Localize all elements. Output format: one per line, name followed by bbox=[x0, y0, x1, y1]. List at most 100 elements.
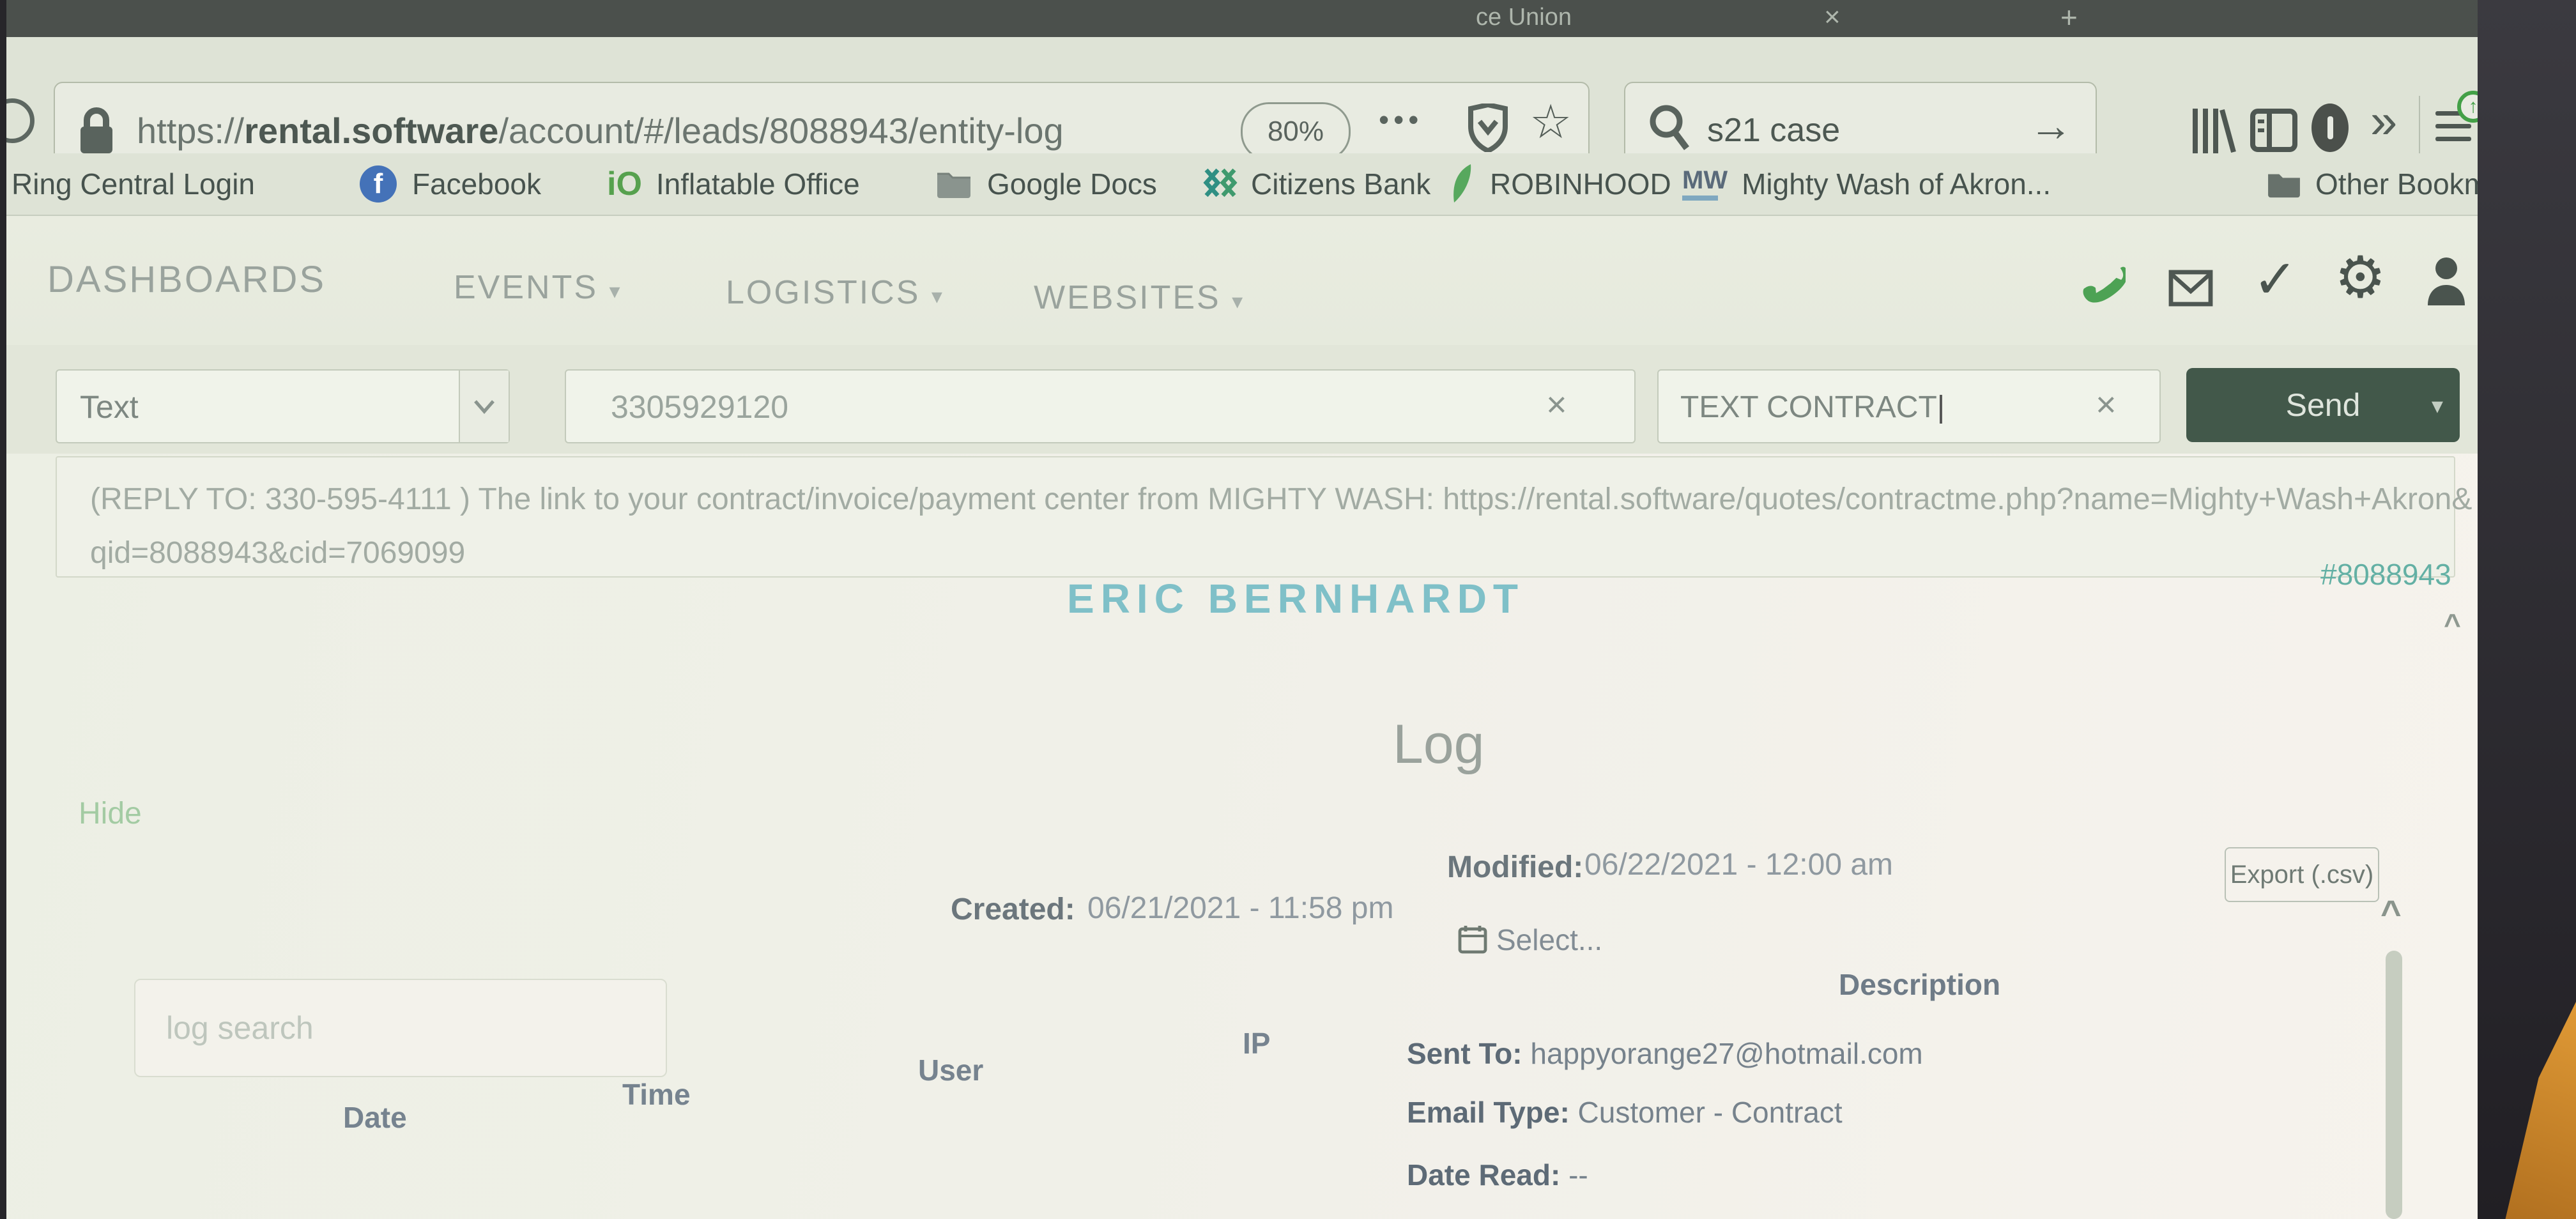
search-input[interactable]: s21 case bbox=[1707, 111, 1840, 150]
bookmark-label: Inflatable Office bbox=[656, 167, 860, 201]
monitor-photo: ce Union × + https://rental.software/acc… bbox=[0, 0, 2576, 1219]
date-select-trigger[interactable]: Select... bbox=[1496, 923, 1602, 957]
settings-gear-icon[interactable]: ⚙ bbox=[2334, 244, 2386, 311]
bookmark-ring-central[interactable]: Ring Central Login bbox=[12, 153, 255, 215]
library-icon[interactable] bbox=[2188, 103, 2236, 158]
bookmark-label: Facebook bbox=[412, 167, 541, 201]
modified-label: Modified: bbox=[1447, 850, 1583, 885]
log-search-placeholder: log search bbox=[166, 1009, 314, 1046]
user-profile-icon[interactable] bbox=[2425, 256, 2467, 305]
extension-badge-icon[interactable] bbox=[2312, 103, 2349, 152]
lead-name: ERIC BERNHARDT bbox=[1067, 575, 1524, 622]
column-header-description[interactable]: Description bbox=[1839, 967, 2000, 1002]
chevron-down-icon: ▾ bbox=[931, 284, 944, 309]
tracking-shield-icon[interactable] bbox=[1468, 103, 1508, 152]
export-csv-button[interactable]: Export (.csv) bbox=[2225, 847, 2379, 902]
log-row-email-type: Email Type: Customer - Contract bbox=[1407, 1095, 1843, 1130]
subject-value: TEXT CONTRACT| bbox=[1680, 390, 1945, 425]
date-read-value: -- bbox=[1560, 1158, 1588, 1192]
date-read-label: Date Read: bbox=[1407, 1158, 1560, 1192]
chevron-down-icon: ▾ bbox=[610, 279, 622, 303]
clear-subject-icon[interactable]: × bbox=[2096, 383, 2117, 425]
folder-icon bbox=[935, 169, 973, 199]
nav-events[interactable]: EVENTS ▾ bbox=[454, 268, 622, 307]
bookmark-google-docs-folder[interactable]: Google Docs bbox=[935, 153, 1157, 215]
nav-logistics[interactable]: LOGISTICS ▾ bbox=[726, 273, 944, 312]
robinhood-feather-icon bbox=[1448, 163, 1476, 205]
new-tab-icon[interactable]: + bbox=[2060, 0, 2078, 34]
citizens-bank-icon bbox=[1202, 166, 1238, 202]
scroll-up-icon[interactable]: ^ bbox=[2380, 892, 2402, 933]
log-row-sent-to: Sent To: happyorange27@hotmail.com bbox=[1407, 1036, 1923, 1071]
monitor-bezel-right bbox=[2478, 0, 2576, 1219]
tab-close-icon[interactable]: × bbox=[1824, 1, 1841, 33]
message-type-select[interactable]: Text bbox=[56, 369, 510, 443]
email-type-label: Email Type: bbox=[1407, 1096, 1570, 1129]
tasks-check-icon[interactable]: ✓ bbox=[2253, 248, 2297, 310]
bookmark-mighty-wash[interactable]: MW Mighty Wash of Akron... bbox=[1682, 153, 2051, 215]
message-line2: qid=8088943&cid=7069099 bbox=[90, 526, 2454, 580]
tab-title[interactable]: ce Union bbox=[1476, 4, 1572, 31]
text-cursor: | bbox=[1937, 390, 1945, 424]
collapse-chevron-icon[interactable]: ^ bbox=[2444, 607, 2461, 641]
mighty-wash-icon: MW bbox=[1682, 167, 1728, 201]
send-button[interactable]: Send ▾ bbox=[2186, 368, 2460, 442]
bookmark-citizens-bank[interactable]: Citizens Bank bbox=[1202, 153, 1430, 215]
log-row-date-read: Date Read: -- bbox=[1407, 1158, 1588, 1192]
url-path: /account/#/leads/8088943/entity-log bbox=[498, 111, 1063, 151]
recipient-value: 3305929120 bbox=[611, 388, 788, 425]
column-header-time[interactable]: Time bbox=[622, 1077, 691, 1112]
url-domain: rental.software bbox=[244, 111, 498, 151]
column-header-ip[interactable]: IP bbox=[1243, 1026, 1270, 1061]
hide-link[interactable]: Hide bbox=[79, 796, 142, 831]
bookmark-label: Ring Central Login bbox=[12, 167, 255, 201]
modified-value: 06/22/2021 - 12:00 am bbox=[1584, 847, 1893, 882]
nav-websites-label: WEBSITES bbox=[1034, 279, 1221, 316]
nav-logistics-label: LOGISTICS bbox=[726, 274, 920, 311]
bookmarks-bar: Ring Central Login f Facebook iO Inflata… bbox=[6, 153, 2478, 216]
message-line1: (REPLY TO: 330-595-4111 ) The link to yo… bbox=[90, 473, 2454, 526]
page-actions-icon[interactable]: ••• bbox=[1379, 102, 1423, 137]
email-icon[interactable] bbox=[2168, 270, 2213, 307]
log-search-input[interactable]: log search bbox=[134, 979, 667, 1077]
lock-icon bbox=[78, 106, 115, 156]
send-label: Send bbox=[2286, 387, 2361, 424]
facebook-icon: f bbox=[360, 165, 397, 203]
search-icon bbox=[1647, 103, 1692, 152]
send-options-caret-icon[interactable]: ▾ bbox=[2432, 392, 2443, 419]
background-object bbox=[2493, 1002, 2576, 1219]
zoom-level-badge[interactable]: 80% bbox=[1241, 102, 1351, 161]
select-chevron-button[interactable] bbox=[459, 371, 509, 442]
clear-recipient-icon[interactable]: × bbox=[1546, 383, 1567, 425]
column-header-user[interactable]: User bbox=[918, 1053, 983, 1087]
chevron-down-icon: ▾ bbox=[1232, 289, 1245, 314]
nav-events-label: EVENTS bbox=[454, 269, 598, 306]
extension-badge-glyph bbox=[2327, 116, 2333, 139]
bookmark-robinhood[interactable]: ROBINHOOD bbox=[1448, 153, 1671, 215]
phone-icon[interactable] bbox=[2080, 261, 2126, 307]
created-value: 06/21/2021 - 11:58 pm bbox=[1087, 891, 1393, 926]
search-go-icon[interactable]: → bbox=[2029, 101, 2073, 151]
monitor-bezel-left bbox=[0, 0, 6, 1219]
nav-websites[interactable]: WEBSITES ▾ bbox=[1034, 279, 1245, 317]
sent-to-value: happyorange27@hotmail.com bbox=[1522, 1037, 1923, 1070]
subject-input[interactable]: TEXT CONTRACT| × bbox=[1657, 369, 2161, 443]
bookmark-label: Mighty Wash of Akron... bbox=[1742, 167, 2051, 201]
column-header-date[interactable]: Date bbox=[343, 1100, 407, 1135]
bookmark-star-icon[interactable]: ☆ bbox=[1529, 95, 1572, 150]
lead-id: #8088943 bbox=[2320, 557, 2451, 592]
nav-dashboards[interactable]: DASHBOARDS bbox=[47, 258, 326, 301]
sidebar-icon[interactable] bbox=[2250, 109, 2297, 152]
bookmark-inflatable-office[interactable]: iO Inflatable Office bbox=[607, 153, 860, 215]
sent-to-label: Sent To: bbox=[1407, 1037, 1522, 1070]
page-content: DASHBOARDS EVENTS ▾ LOGISTICS ▾ WEBSITES… bbox=[6, 216, 2478, 1219]
message-textarea[interactable]: (REPLY TO: 330-595-4111 ) The link to yo… bbox=[56, 456, 2455, 578]
scrollbar-thumb[interactable] bbox=[2386, 951, 2402, 1219]
bookmark-facebook[interactable]: f Facebook bbox=[360, 153, 541, 215]
overflow-chevron-icon[interactable]: » bbox=[2370, 93, 2397, 149]
bookmark-label: Citizens Bank bbox=[1251, 167, 1430, 201]
url-text[interactable]: https://rental.software/account/#/leads/… bbox=[137, 110, 1064, 151]
email-type-value: Customer - Contract bbox=[1570, 1096, 1843, 1129]
created-label: Created: bbox=[951, 892, 1075, 927]
recipient-input[interactable]: 3305929120 × bbox=[565, 369, 1636, 443]
